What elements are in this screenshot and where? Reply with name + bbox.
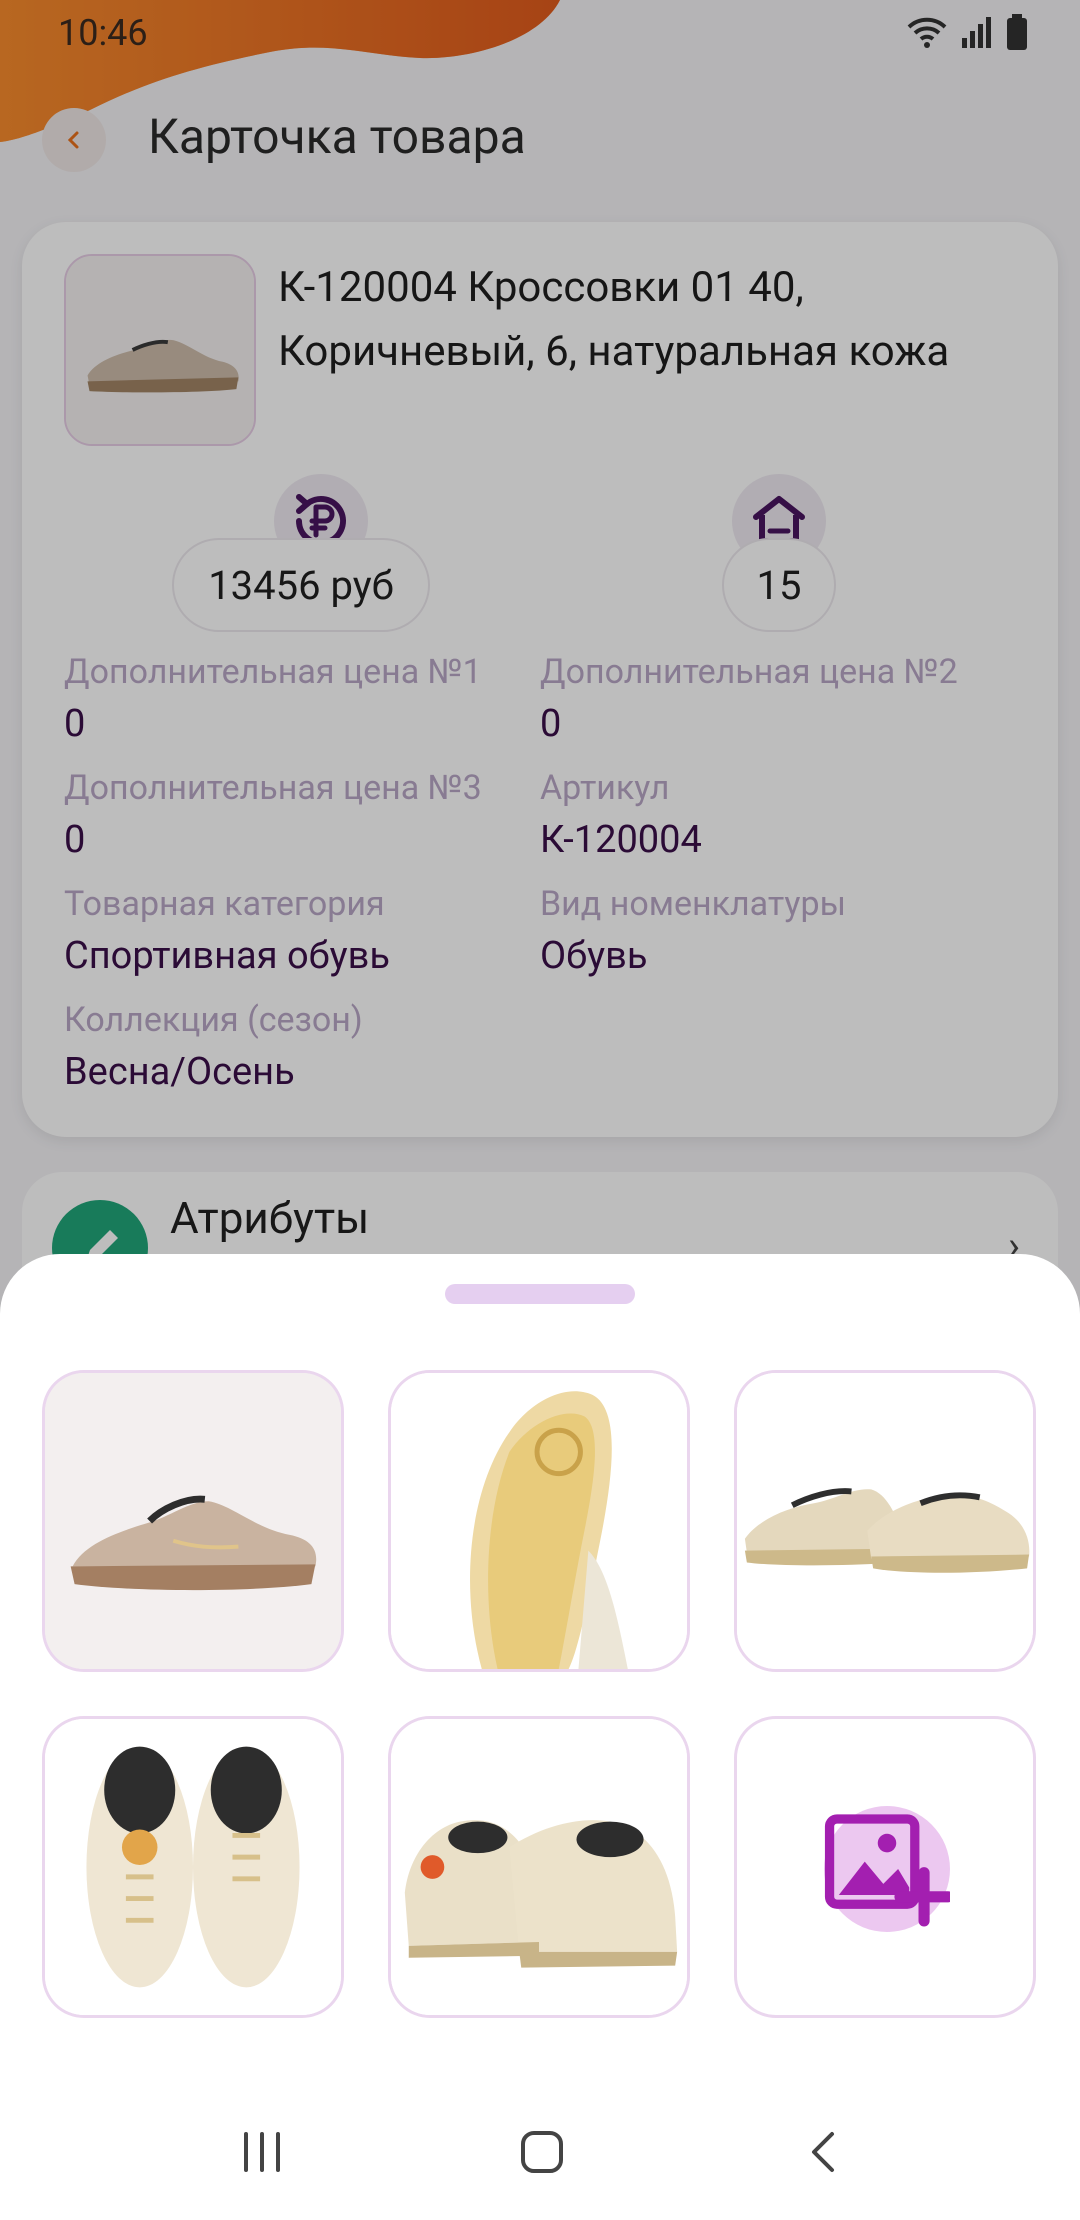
photo-tile-5[interactable] xyxy=(388,1716,690,2018)
system-nav-bar xyxy=(0,2090,1080,2220)
photo-tile-4[interactable] xyxy=(42,1716,344,2018)
add-image-icon xyxy=(824,1814,950,1927)
recent-apps-icon[interactable] xyxy=(242,2130,282,2174)
home-icon[interactable] xyxy=(520,2130,564,2174)
screen: 10:46 Карточка товара К-120004 Кроссовки… xyxy=(0,0,1080,2220)
photos-bottom-sheet xyxy=(0,1254,1080,2220)
photo-tile-2[interactable] xyxy=(388,1370,690,1672)
add-photo-tile[interactable] xyxy=(734,1716,1036,2018)
shoe-sole-icon xyxy=(391,1373,687,1669)
add-photo-button[interactable] xyxy=(824,1806,950,1932)
shoe-top-icon xyxy=(45,1719,341,2015)
photo-tile-1[interactable] xyxy=(42,1370,344,1672)
photo-tile-3[interactable] xyxy=(734,1370,1036,1672)
shoe-pair-icon xyxy=(737,1373,1033,1669)
sheet-drag-handle[interactable] xyxy=(445,1284,635,1304)
back-nav-icon[interactable] xyxy=(808,2130,838,2174)
shoe-side-icon xyxy=(45,1373,341,1669)
shoe-back-icon xyxy=(391,1719,687,2015)
